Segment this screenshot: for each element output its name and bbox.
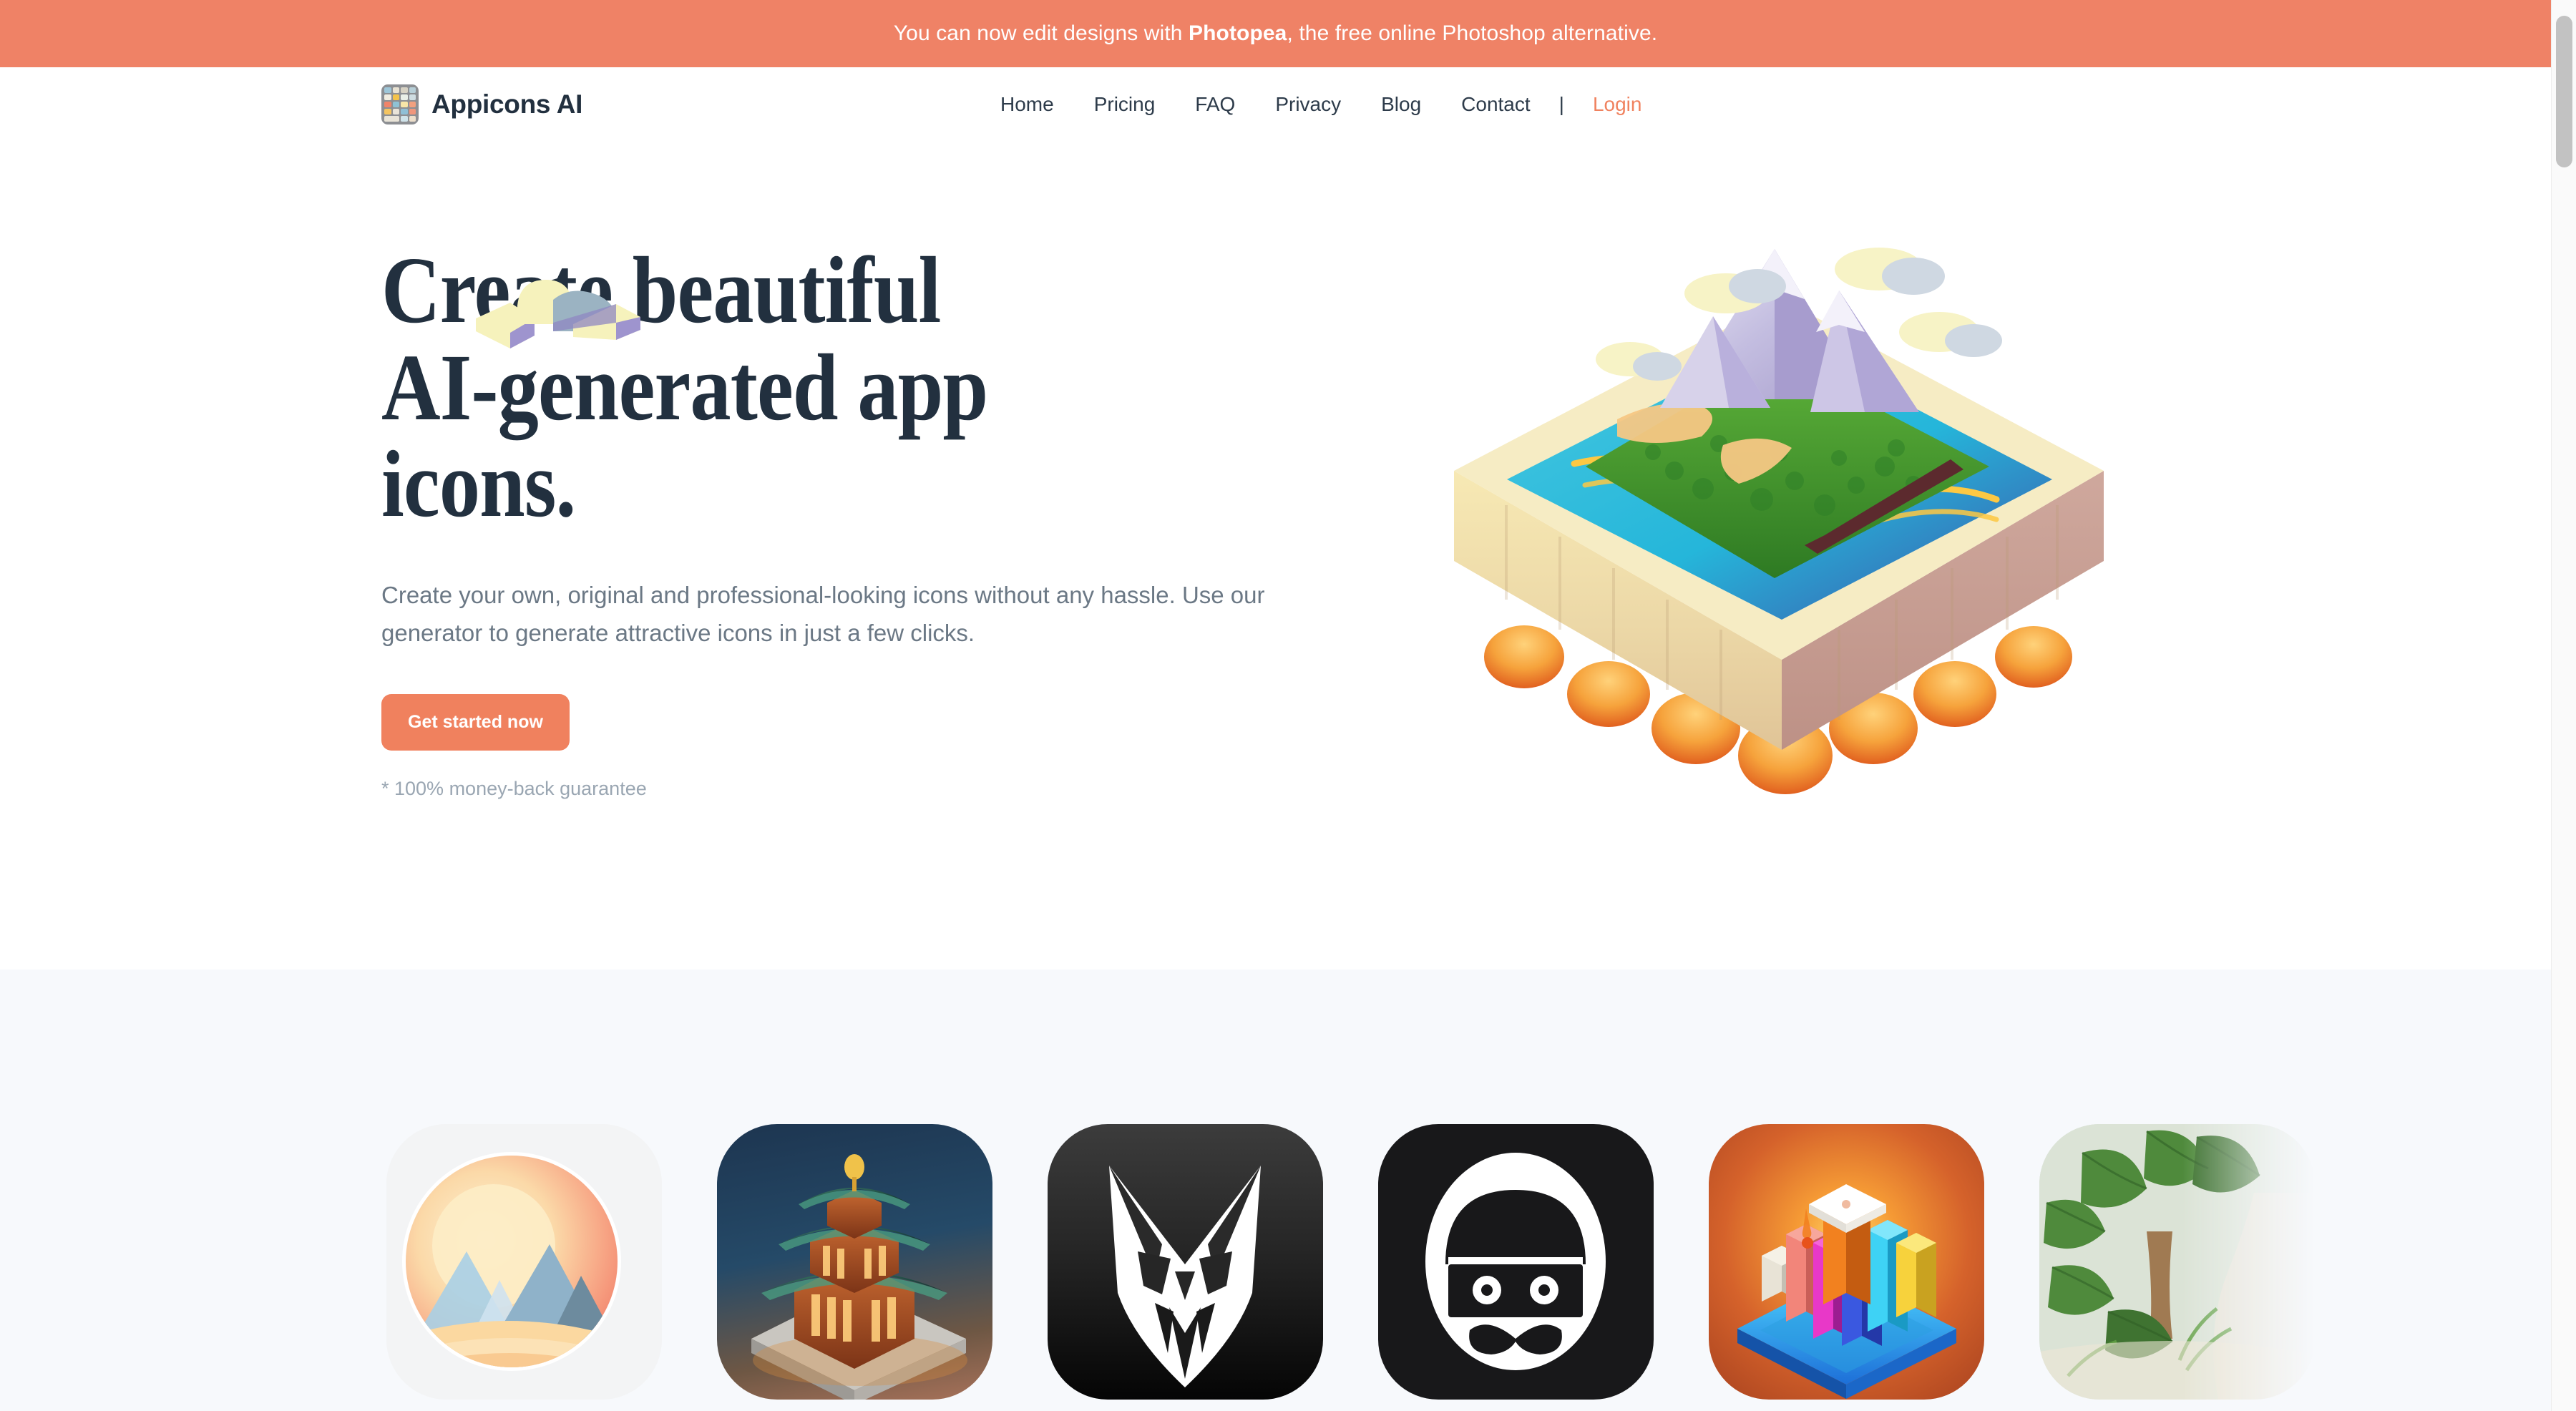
brand[interactable]: Appicons AI [381,84,582,125]
icon-gallery-row [386,1124,2315,1400]
nav-link-home[interactable]: Home [980,93,1074,116]
brand-name: Appicons AI [431,89,583,119]
promo-banner-text: You can now edit designs with Photopea, … [894,21,1657,46]
nav-link-login[interactable]: Login [1573,93,1662,116]
icon-showcase-section [0,970,2551,1411]
nav-link-contact[interactable]: Contact [1441,93,1551,116]
isometric-cloud-illustration [469,274,648,367]
icon-card-bandit[interactable] [1378,1124,1654,1400]
nav-link-privacy[interactable]: Privacy [1255,93,1361,116]
icon-card-sunset-mountains[interactable] [386,1124,662,1400]
icon-card-bar-chart-city[interactable] [1709,1124,1984,1400]
nav-link-faq[interactable]: FAQ [1175,93,1255,116]
isometric-volcano-island-illustration [1438,163,2111,893]
promo-banner[interactable]: You can now edit designs with Photopea, … [0,0,2551,67]
icon-card-fox[interactable] [1048,1124,1323,1400]
icon-card-jungle[interactable] [2039,1124,2315,1400]
money-back-guarantee-note: * 100% money-back guarantee [381,777,647,799]
hero-section: Create beautiful AI-generated app icons.… [0,142,2551,970]
nav-link-pricing[interactable]: Pricing [1074,93,1176,116]
site-header: Appicons AI Home Pricing FAQ Privacy Blo… [0,67,2551,142]
promo-highlight-photopea[interactable]: Photopea [1189,21,1287,45]
app-grid-icon [381,84,419,125]
nav-link-blog[interactable]: Blog [1361,93,1441,116]
get-started-button[interactable]: Get started now [381,693,570,751]
scrollbar-thumb[interactable] [2556,16,2572,167]
icon-card-pagoda[interactable] [717,1124,992,1400]
page-root: You can now edit designs with Photopea, … [0,0,2576,1411]
promo-text-after: , the free online Photoshop alternative. [1287,21,1658,45]
hero-subtitle: Create your own, original and profession… [381,581,1265,647]
promo-text-before: You can now edit designs with [893,21,1189,45]
page-scrollbar[interactable] [2551,0,2576,1411]
main-nav: Home Pricing FAQ Privacy Blog Contact | … [980,93,1662,116]
nav-separator: | [1558,93,1564,115]
